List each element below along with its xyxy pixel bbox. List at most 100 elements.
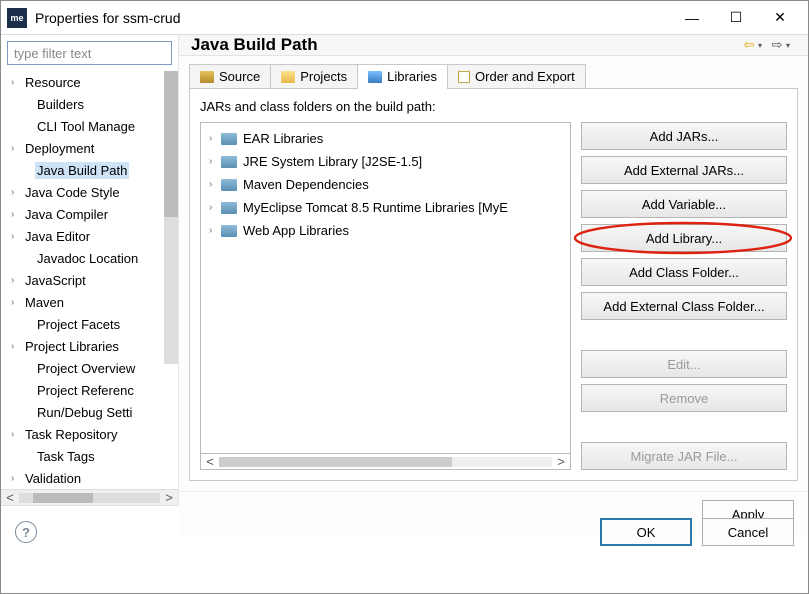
tree-item-label: Task Tags <box>35 448 97 465</box>
list-horizontal-scrollbar[interactable]: < > <box>200 454 571 470</box>
library-label: Maven Dependencies <box>243 177 369 192</box>
tree-item-label: Maven <box>23 294 66 311</box>
tree-item[interactable]: ›Resource <box>1 71 164 93</box>
tree-item[interactable]: ›Deployment <box>1 137 164 159</box>
forward-icon[interactable]: ⇨ <box>768 37 786 53</box>
add-variable-button[interactable]: Add Variable... <box>581 190 787 218</box>
cancel-button[interactable]: Cancel <box>702 518 794 546</box>
scroll-right-icon[interactable]: > <box>552 454 570 469</box>
maximize-button[interactable]: ☐ <box>714 4 758 32</box>
tree-item[interactable]: Project Overview <box>1 357 164 379</box>
tree-item[interactable]: Project Facets <box>1 313 164 335</box>
add-class-folder-button[interactable]: Add Class Folder... <box>581 258 787 286</box>
chevron-right-icon: › <box>11 231 23 242</box>
tab-body: JARs and class folders on the build path… <box>189 88 798 481</box>
back-icon[interactable]: ⇦ <box>740 37 758 53</box>
scroll-left-icon[interactable]: < <box>1 490 19 505</box>
left-panel: type filter text ›ResourceBuildersCLI To… <box>1 35 179 505</box>
tree-horizontal-scrollbar[interactable]: < > <box>1 489 178 505</box>
library-label: MyEclipse Tomcat 8.5 Runtime Libraries [… <box>243 200 508 215</box>
chevron-right-icon: › <box>11 473 23 484</box>
close-button[interactable]: ✕ <box>758 4 802 32</box>
tree-item[interactable]: ›Maven <box>1 291 164 313</box>
tree-item[interactable]: Builders <box>1 93 164 115</box>
tree-item[interactable]: Task Tags <box>1 445 164 467</box>
tree-item[interactable]: Run/Debug Setti <box>1 401 164 423</box>
chevron-right-icon: › <box>209 225 221 236</box>
tab-label: Order and Export <box>475 69 575 84</box>
library-item[interactable]: ›EAR Libraries <box>201 127 570 150</box>
scroll-right-icon[interactable]: > <box>160 490 178 505</box>
tree-item[interactable]: CLI Tool Manage <box>1 115 164 137</box>
tree-item[interactable]: ›JavaScript <box>1 269 164 291</box>
add-external-jars-button[interactable]: Add External JARs... <box>581 156 787 184</box>
library-icon <box>221 156 237 168</box>
tree-item-label: Builders <box>35 96 86 113</box>
tree-item-label: Java Editor <box>23 228 92 245</box>
libraries-icon <box>368 71 382 83</box>
help-icon[interactable]: ? <box>15 521 37 543</box>
tree-item-label: Javadoc Location <box>35 250 140 267</box>
tree-item-label: JavaScript <box>23 272 88 289</box>
minimize-button[interactable]: — <box>670 4 714 32</box>
tab-label: Projects <box>300 69 347 84</box>
tree-item-label: Java Compiler <box>23 206 110 223</box>
library-item[interactable]: ›Web App Libraries <box>201 219 570 242</box>
library-list[interactable]: ›EAR Libraries›JRE System Library [J2SE-… <box>200 122 571 454</box>
app-icon: me <box>7 8 27 28</box>
tree-item-label: Task Repository <box>23 426 119 443</box>
tree-item[interactable]: Project Referenc <box>1 379 164 401</box>
page-title: Java Build Path <box>191 35 740 55</box>
chevron-right-icon: › <box>209 202 221 213</box>
tree-item[interactable]: ›Task Repository <box>1 423 164 445</box>
category-tree[interactable]: ›ResourceBuildersCLI Tool Manage›Deploym… <box>1 71 178 489</box>
tree-item[interactable]: ›Validation <box>1 467 164 489</box>
tree-item-label: Project Overview <box>35 360 137 377</box>
remove-button[interactable]: Remove <box>581 384 787 412</box>
migrate-jar-button[interactable]: Migrate JAR File... <box>581 442 787 470</box>
add-library-button[interactable]: Add Library... <box>581 224 787 252</box>
tab-libraries[interactable]: Libraries <box>357 64 448 88</box>
library-item[interactable]: › MyEclipse Tomcat 8.5 Runtime Libraries … <box>201 196 570 219</box>
tab-order-export[interactable]: Order and Export <box>447 64 586 88</box>
tab-source[interactable]: Source <box>189 64 271 88</box>
tree-item[interactable]: ›Java Compiler <box>1 203 164 225</box>
button-column: Add JARs... Add External JARs... Add Var… <box>581 122 787 470</box>
chevron-right-icon: › <box>11 209 23 220</box>
library-icon <box>221 133 237 145</box>
library-label: JRE System Library [J2SE-1.5] <box>243 154 422 169</box>
add-jars-button[interactable]: Add JARs... <box>581 122 787 150</box>
ok-button[interactable]: OK <box>600 518 692 546</box>
tree-item[interactable]: ›Java Code Style <box>1 181 164 203</box>
window-title: Properties for ssm-crud <box>35 10 670 26</box>
order-icon <box>458 71 470 83</box>
source-icon <box>200 71 214 83</box>
back-menu-icon[interactable]: ▾ <box>758 41 768 50</box>
build-path-description: JARs and class folders on the build path… <box>200 99 787 114</box>
tree-item[interactable]: ›Java Editor <box>1 225 164 247</box>
tree-item[interactable]: Java Build Path <box>1 159 164 181</box>
chevron-right-icon: › <box>209 179 221 190</box>
tree-item-label: CLI Tool Manage <box>35 118 137 135</box>
title-bar: me Properties for ssm-crud — ☐ ✕ <box>1 1 808 35</box>
add-external-class-folder-button[interactable]: Add External Class Folder... <box>581 292 787 320</box>
tab-bar: Source Projects Libraries Order and Expo… <box>189 64 798 88</box>
tree-vertical-scrollbar[interactable] <box>164 71 178 364</box>
scroll-left-icon[interactable]: < <box>201 454 219 469</box>
library-icon <box>221 179 237 191</box>
tree-item-label: Project Referenc <box>35 382 136 399</box>
chevron-right-icon: › <box>11 297 23 308</box>
tree-item[interactable]: ›Project Libraries <box>1 335 164 357</box>
filter-input[interactable]: type filter text <box>7 41 172 65</box>
tree-item-label: Resource <box>23 74 83 91</box>
tree-item-label: Project Libraries <box>23 338 121 355</box>
chevron-right-icon: › <box>11 187 23 198</box>
library-item[interactable]: ›JRE System Library [J2SE-1.5] <box>201 150 570 173</box>
library-item[interactable]: › Maven Dependencies <box>201 173 570 196</box>
tree-item-label: Java Code Style <box>23 184 122 201</box>
forward-menu-icon[interactable]: ▾ <box>786 41 796 50</box>
tab-projects[interactable]: Projects <box>270 64 358 88</box>
tree-item[interactable]: Javadoc Location <box>1 247 164 269</box>
edit-button[interactable]: Edit... <box>581 350 787 378</box>
tab-label: Source <box>219 69 260 84</box>
